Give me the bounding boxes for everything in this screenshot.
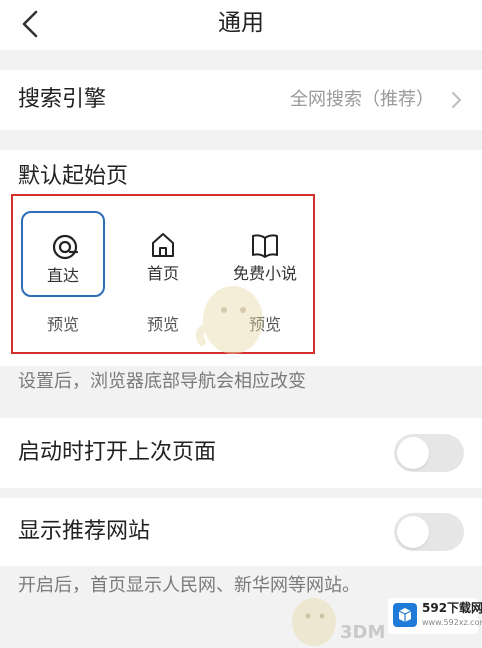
restore-pages-toggle[interactable] [394,434,464,472]
watermark-url: www.592xz.com [422,618,482,627]
home-icon [152,233,174,257]
watermark-brand: 592下载网 [422,601,482,615]
start-option-label: 直达 [46,266,79,285]
watermark-3dm-text: 3DM [340,622,386,643]
zhida-icon [52,234,79,260]
search-engine-value: 全网搜索（推荐） [290,89,434,110]
page-title: 通用 [218,10,264,36]
restore-pages-label: 启动时打开上次页面 [18,440,217,465]
search-engine-row[interactable]: 搜索引擎 全网搜索（推荐） [0,70,482,130]
start-option-zhida[interactable]: 直达 [21,211,105,297]
toggle-knob [397,516,429,548]
start-page-label: 默认起始页 [18,164,129,189]
watermark-mascot-icon [195,286,263,354]
start-page-hint: 设置后，浏览器底部导航会相应改变 [18,371,306,392]
preview-link[interactable]: 预览 [21,314,105,336]
cube-logo-icon [393,603,417,627]
restore-pages-row: 启动时打开上次页面 [0,418,482,488]
recommend-sites-label: 显示推荐网站 [18,519,151,544]
recommend-sites-toggle[interactable] [394,513,464,551]
recommend-sites-row: 显示推荐网站 [0,498,482,566]
toggle-knob [397,437,429,469]
search-engine-label: 搜索引擎 [18,87,107,112]
book-icon [252,234,278,258]
chevron-right-icon [452,92,461,108]
top-bar: 通用 [0,0,482,50]
watermark-logo: 592下载网 www.592xz.com [388,598,482,634]
